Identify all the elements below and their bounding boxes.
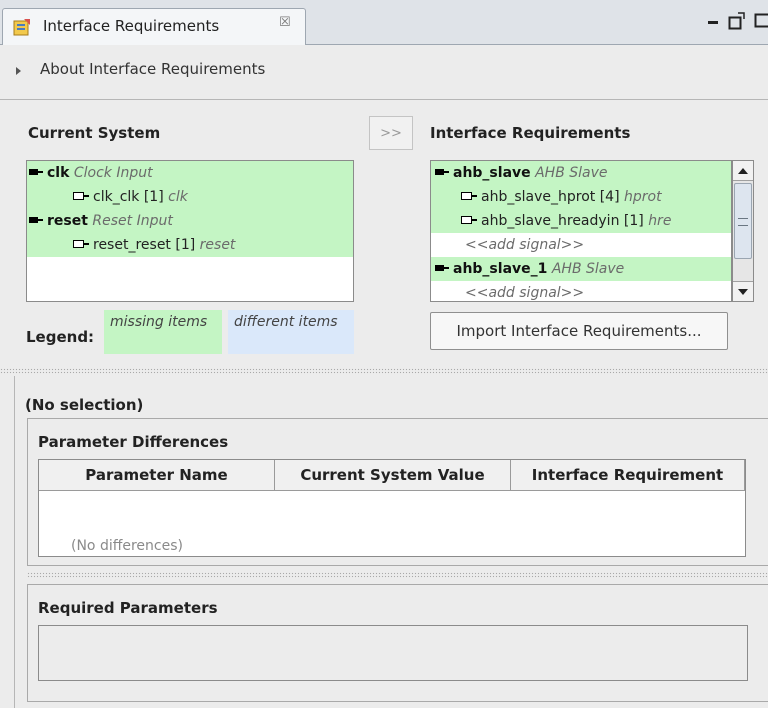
scroll-thumb[interactable] [734,183,752,259]
tab-title: Interface Requirements [43,17,220,35]
interface-port-icon [435,264,449,272]
list-item[interactable]: ahb_slave_1 AHB Slave [431,257,731,281]
empty-table-text: (No differences) [71,538,183,554]
add-signal-item[interactable]: <<add signal>> [431,233,731,257]
interface-port-icon [435,168,449,176]
about-label[interactable]: About Interface Requirements [40,60,265,78]
list-item[interactable]: ahb_slave AHB Slave [431,161,731,185]
signal-port-icon [461,192,477,200]
column-header-parameter-name[interactable]: Parameter Name [39,460,275,490]
table-header: Parameter Name Current System Value Inte… [39,460,745,491]
expand-arrow-icon[interactable] [16,67,21,75]
interface-requirements-title: Interface Requirements [430,124,631,142]
required-parameters-area [38,625,748,681]
current-system-title: Current System [28,124,161,142]
interface-port-icon [29,168,43,176]
mapping-panel: Current System >> Interface Requirements… [0,100,768,368]
scroll-up-arrow-icon[interactable] [733,161,753,181]
copy-to-requirements-button[interactable]: >> [369,116,413,150]
list-item[interactable]: reset Reset Input [27,209,353,233]
interface-requirements-list[interactable]: ahb_slave AHB Slave ahb_slave_hprot [4] … [430,160,732,302]
splitter-handle[interactable] [27,572,768,578]
legend-different-items: different items [228,310,354,354]
legend-missing-items: missing items [104,310,222,354]
required-parameters-group: Required Parameters [27,584,768,702]
column-header-current-system-value[interactable]: Current System Value [275,460,511,490]
add-signal-item[interactable]: <<add signal>> [431,281,731,301]
restore-icon[interactable] [754,12,768,30]
scroll-down-arrow-icon[interactable] [733,281,753,301]
signal-port-icon [73,240,89,248]
parameter-differences-table[interactable]: Parameter Name Current System Value Inte… [38,459,746,557]
tab-interface-requirements[interactable]: Interface Requirements ☒ [2,8,306,45]
list-item[interactable]: clk Clock Input [27,161,353,185]
vertical-scrollbar[interactable] [732,160,754,302]
minimize-icon[interactable] [706,10,722,30]
close-icon[interactable]: ☒ [279,15,291,30]
splitter-handle[interactable] [0,368,768,374]
list-item[interactable]: ahb_slave_hprot [4] hprot [431,185,731,209]
interface-port-icon [29,216,43,224]
view-tab-bar: Interface Requirements ☒ [0,0,768,45]
grip-icon [738,218,748,226]
list-item[interactable]: ahb_slave_hreadyin [1] hre [431,209,731,233]
interface-requirements-icon [13,19,30,36]
required-parameters-title: Required Parameters [38,599,218,617]
list-item[interactable]: reset_reset [1] reset [27,233,353,257]
legend-label: Legend: [26,328,95,346]
current-system-list[interactable]: clk Clock Input clk_clk [1] clk reset Re… [26,160,354,302]
signal-port-icon [73,192,89,200]
selection-label: (No selection) [25,396,144,414]
details-panel: (No selection) Parameter Differences Par… [14,376,768,708]
import-interface-requirements-button[interactable]: Import Interface Requirements... [430,312,728,350]
about-section[interactable]: About Interface Requirements [0,45,768,99]
column-header-interface-requirement[interactable]: Interface Requirement [511,460,745,490]
list-item[interactable]: clk_clk [1] clk [27,185,353,209]
parameter-differences-group: Parameter Differences Parameter Name Cur… [27,418,768,566]
signal-port-icon [461,216,477,224]
parameter-differences-title: Parameter Differences [38,433,229,451]
maximize-icon[interactable] [728,12,746,30]
